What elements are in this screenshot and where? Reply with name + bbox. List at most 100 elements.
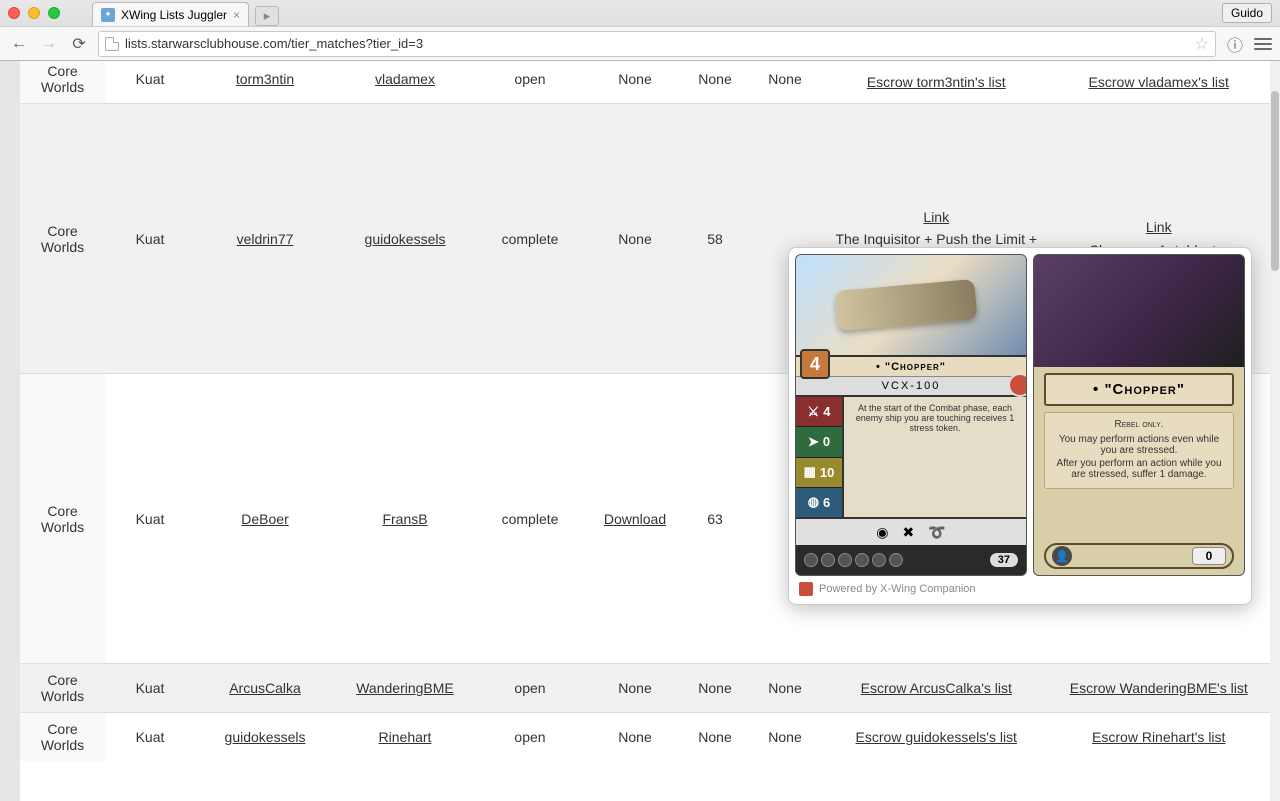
- vertical-scrollbar[interactable]: [1270, 61, 1280, 801]
- planet-cell: Kuat: [105, 61, 195, 104]
- url-input[interactable]: [125, 36, 1189, 51]
- status-cell: complete: [475, 104, 585, 374]
- download-cell: None: [618, 231, 651, 247]
- browser-toolbar: ← → ⟳ ☆ ⓘ: [0, 26, 1280, 60]
- maximize-window-button[interactable]: [48, 7, 60, 19]
- pilot-art: [796, 255, 1026, 355]
- evade-action-icon: ➰: [928, 524, 945, 541]
- bookmark-star-icon[interactable]: ☆: [1195, 34, 1209, 54]
- hull-stat: ▦ 10: [796, 458, 842, 488]
- player1-cell: veldrin77: [195, 104, 335, 374]
- scrollbar-thumb[interactable]: [1271, 91, 1279, 271]
- window-controls: [8, 7, 60, 19]
- crew-cost: 0: [1192, 547, 1226, 565]
- list1-cell[interactable]: Escrow ArcusCalka's list: [825, 664, 1048, 713]
- region-cell: Core Worlds: [20, 713, 105, 762]
- reload-button[interactable]: ⟳: [68, 33, 90, 55]
- rebel-faction-icon: [1008, 373, 1027, 397]
- player-link[interactable]: guidokessels: [365, 231, 446, 247]
- status-cell: open: [475, 713, 585, 762]
- score2-cell: None: [745, 61, 825, 104]
- pilot-ability-text: At the start of the Combat phase, each e…: [842, 397, 1026, 517]
- download-cell: None: [618, 71, 651, 87]
- crew-card: • "Chopper" Rebel only. You may perform …: [1033, 254, 1245, 576]
- player2-cell: guidokessels: [335, 104, 475, 374]
- player2-cell: vladamex: [335, 61, 475, 104]
- list2-cell[interactable]: Escrow vladamex's list: [1048, 61, 1271, 104]
- score2-cell: None: [745, 664, 825, 713]
- address-bar[interactable]: ☆: [98, 31, 1216, 57]
- agility-stat: ➤ 0: [796, 427, 842, 457]
- crew-name: • "Chopper": [1044, 373, 1234, 406]
- planet-cell: Kuat: [105, 664, 195, 713]
- status-cell: complete: [475, 374, 585, 664]
- pilot-card: 4 • "Chopper" VCX-100 ⚔ 4 ➤ 0 ▦ 10 ◍ 6 A…: [795, 254, 1027, 576]
- status-cell: open: [475, 61, 585, 104]
- region-cell: Core Worlds: [20, 374, 105, 664]
- player-link[interactable]: DeBoer: [241, 511, 288, 527]
- region-cell: Core Worlds: [20, 61, 105, 104]
- table-row: Core WorldsKuat torm3ntin vladamex open None…: [20, 61, 1270, 104]
- crew-slot-icon: 👤: [1052, 546, 1072, 566]
- score2-cell: None: [745, 713, 825, 762]
- download-cell: None: [618, 729, 651, 745]
- player2-cell: FransB: [335, 374, 475, 664]
- score1-cell: 63: [685, 374, 745, 664]
- planet-cell: Kuat: [105, 104, 195, 374]
- crew-art: [1034, 255, 1244, 367]
- tooltip-footer: Powered by X-Wing Companion: [795, 576, 1245, 598]
- close-window-button[interactable]: [8, 7, 20, 19]
- list2-cell[interactable]: Escrow Rinehart's list: [1048, 713, 1271, 762]
- download-link[interactable]: Download: [604, 511, 666, 527]
- player-link[interactable]: ArcusCalka: [229, 680, 301, 696]
- focus-action-icon: ◉: [876, 524, 888, 541]
- player1-cell: ArcusCalka: [195, 664, 335, 713]
- score1-cell: None: [685, 61, 745, 104]
- player-link[interactable]: torm3ntin: [236, 71, 294, 87]
- player1-cell: DeBoer: [195, 374, 335, 664]
- player1-cell: torm3ntin: [195, 61, 335, 104]
- minimize-window-button[interactable]: [28, 7, 40, 19]
- player-link[interactable]: veldrin77: [237, 231, 294, 247]
- forward-button[interactable]: →: [38, 33, 60, 55]
- table-row: Core WorldsKuat guidokessels Rinehart open N…: [20, 713, 1270, 762]
- pilot-action-bar: ◉ ✖ ➰: [796, 517, 1026, 545]
- attack-stat: ⚔ 4: [796, 397, 842, 427]
- table-row: Core WorldsKuat ArcusCalka WanderingBME ope…: [20, 664, 1270, 713]
- player2-cell: WanderingBME: [335, 664, 475, 713]
- profile-button[interactable]: Guido: [1222, 3, 1272, 23]
- pilot-cost: 37: [990, 553, 1018, 567]
- score1-cell: None: [685, 713, 745, 762]
- download-cell: None: [618, 680, 651, 696]
- player-link[interactable]: Rinehart: [379, 729, 432, 745]
- planet-cell: Kuat: [105, 374, 195, 664]
- score1-cell: 58: [685, 104, 745, 374]
- player-link[interactable]: guidokessels: [225, 729, 306, 745]
- region-cell: Core Worlds: [20, 104, 105, 374]
- player2-cell: Rinehart: [335, 713, 475, 762]
- browser-chrome: Guido ✦ XWing Lists Juggler × ▸ ← → ⟳ ☆ …: [0, 0, 1280, 61]
- card-tooltip: 4 • "Chopper" VCX-100 ⚔ 4 ➤ 0 ▦ 10 ◍ 6 A…: [788, 247, 1252, 605]
- status-cell: open: [475, 664, 585, 713]
- region-cell: Core Worlds: [20, 664, 105, 713]
- pilot-name: • "Chopper": [796, 355, 1026, 377]
- crew-text: Rebel only. You may perform actions even…: [1044, 412, 1234, 489]
- pilot-ship: VCX-100: [796, 377, 1026, 397]
- list1-cell[interactable]: Escrow guidokessels's list: [825, 713, 1048, 762]
- shield-stat: ◍ 6: [796, 488, 842, 517]
- upgrade-slots: [804, 553, 903, 567]
- back-button[interactable]: ←: [8, 33, 30, 55]
- list2-cell[interactable]: Escrow WanderingBME's list: [1048, 664, 1271, 713]
- list1-cell[interactable]: Escrow torm3ntin's list: [825, 61, 1048, 104]
- player-link[interactable]: FransB: [382, 511, 427, 527]
- player-link[interactable]: vladamex: [375, 71, 435, 87]
- player-link[interactable]: WanderingBME: [356, 680, 454, 696]
- menu-icon[interactable]: [1254, 38, 1272, 50]
- page-viewport: Core WorldsKuattorm3ntinvladamexopenNone…: [0, 61, 1280, 801]
- pilot-skill-badge: 4: [800, 349, 830, 379]
- page-icon: [105, 37, 119, 51]
- target-lock-action-icon: ✖: [903, 524, 915, 541]
- planet-cell: Kuat: [105, 713, 195, 762]
- companion-app-icon: [799, 582, 813, 596]
- info-icon[interactable]: ⓘ: [1224, 32, 1246, 56]
